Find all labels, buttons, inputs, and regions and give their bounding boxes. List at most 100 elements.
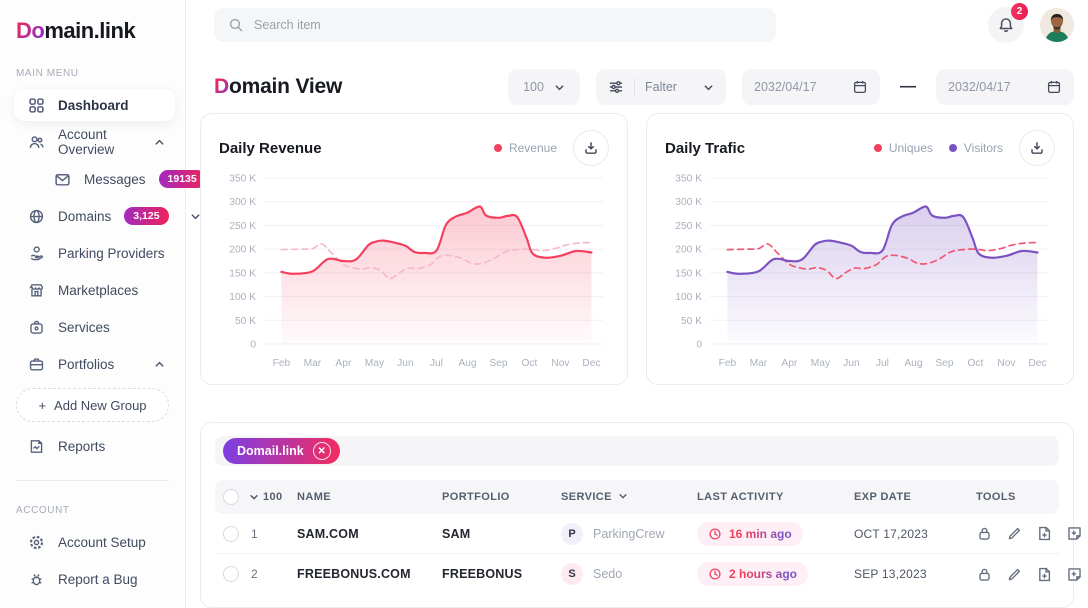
calendar-icon — [852, 79, 868, 95]
service-name: Sedo — [593, 567, 622, 581]
sidebar-item-domains[interactable]: Domains 3,125 — [14, 200, 175, 232]
bell-icon — [997, 16, 1015, 34]
svg-text:200 K: 200 K — [675, 245, 702, 256]
legend-dot — [949, 144, 957, 152]
svg-text:Jun: Jun — [843, 358, 860, 369]
filter-dropdown[interactable]: Falter — [596, 69, 726, 105]
close-icon[interactable]: ✕ — [313, 442, 331, 460]
portfolio-name: FREEBONUS — [442, 567, 561, 581]
brand-logo[interactable]: Domain.link — [0, 14, 185, 44]
briefcase-icon — [28, 356, 45, 373]
chart-title: Daily Trafic — [665, 140, 745, 157]
row-checkbox[interactable] — [223, 526, 239, 542]
lock-icon[interactable] — [976, 566, 993, 583]
search-icon — [228, 17, 244, 33]
sidebar-item-report-a-bug[interactable]: Report a Bug — [14, 563, 175, 595]
legend-item: Visitors — [949, 141, 1003, 155]
sidebar-item-label: Reports — [58, 439, 105, 454]
svg-text:Jul: Jul — [430, 358, 443, 369]
chart-header: Daily Trafic Uniques Visitors — [665, 128, 1055, 168]
add-new-group-button[interactable]: + Add New Group — [16, 388, 169, 422]
table-header-count[interactable]: 100 — [249, 491, 297, 503]
table-header-service[interactable]: SERVICE — [561, 491, 697, 504]
report-icon — [28, 438, 45, 455]
note-plus-icon[interactable] — [1066, 525, 1083, 542]
sidebar-item-account-setup[interactable]: Account Setup — [14, 526, 175, 558]
file-plus-icon[interactable] — [1036, 566, 1053, 583]
svg-text:0: 0 — [696, 339, 702, 350]
table-header-tools: TOOLS — [976, 491, 1059, 503]
chart-legend: Uniques Visitors — [874, 141, 1003, 155]
page-head: Domain View 100 Falter 2032/04/17 — [186, 49, 1088, 105]
daily-trafic-chart: 350 K300 K250 K200 K150 K100 K50 K0FebMa… — [665, 168, 1055, 374]
daily-revenue-chart: 350 K300 K250 K200 K150 K100 K50 K0FebMa… — [219, 168, 609, 374]
mail-icon — [54, 171, 71, 188]
sidebar: Domain.link MAIN MENU Dashboard Account … — [0, 0, 186, 608]
user-avatar[interactable] — [1040, 8, 1074, 42]
sidebar-item-marketplaces[interactable]: Marketplaces — [14, 274, 175, 306]
svg-text:Feb: Feb — [719, 358, 737, 369]
date-to-picker[interactable]: 2032/04/17 — [936, 69, 1074, 105]
plus-icon: + — [38, 398, 46, 413]
sidebar-item-dashboard[interactable]: Dashboard — [14, 89, 175, 121]
svg-text:300 K: 300 K — [229, 197, 256, 208]
legend-label: Uniques — [889, 141, 933, 155]
sidebar-item-reports[interactable]: Reports — [14, 430, 175, 462]
hand-coin-icon — [28, 245, 45, 262]
table-header-row: 100 NAME PORTFOLIO SERVICE LAST ACTIVITY… — [215, 480, 1059, 514]
download-button[interactable] — [573, 130, 609, 166]
sidebar-item-label: Messages — [84, 172, 146, 187]
edit-pencil-icon[interactable] — [1006, 525, 1023, 542]
globe-icon — [28, 208, 45, 225]
main-menu-label: MAIN MENU — [0, 68, 185, 79]
chevron-up-icon[interactable] — [154, 359, 165, 370]
sidebar-item-services[interactable]: Services — [14, 311, 175, 343]
main-content: 2 Domain View 100 Falter — [186, 0, 1088, 608]
svg-text:Oct: Oct — [967, 358, 983, 369]
service-initial-badge: P — [561, 523, 583, 545]
sidebar-item-label: Report a Bug — [58, 572, 138, 587]
svg-text:May: May — [365, 358, 385, 369]
select-all-checkbox[interactable] — [223, 489, 239, 505]
grid-icon — [28, 97, 45, 114]
sidebar-item-label: Domains — [58, 209, 111, 224]
legend-item: Revenue — [494, 141, 557, 155]
legend-dot — [494, 144, 502, 152]
download-button[interactable] — [1019, 130, 1055, 166]
sidebar-item-parking-providers[interactable]: Parking Providers — [14, 237, 175, 269]
filter-tag-chip[interactable]: Domail.link ✕ — [223, 438, 340, 464]
row-checkbox[interactable] — [223, 566, 239, 582]
notification-count-badge: 2 — [1011, 3, 1028, 20]
svg-text:300 K: 300 K — [675, 197, 702, 208]
service-cell: P ParkingCrew — [561, 523, 697, 545]
sidebar-item-portfolios[interactable]: Portfolios — [14, 348, 175, 380]
chart-header: Daily Revenue Revenue — [219, 128, 609, 168]
svg-text:100 K: 100 K — [675, 292, 702, 303]
download-icon — [583, 140, 599, 156]
svg-text:Jun: Jun — [397, 358, 414, 369]
chevron-down-icon — [618, 491, 628, 504]
chevron-up-icon[interactable] — [154, 137, 165, 148]
filter-tag-bar: Domail.link ✕ — [215, 436, 1059, 466]
svg-text:250 K: 250 K — [229, 221, 256, 232]
search-input[interactable] — [254, 18, 762, 32]
row-number: 1 — [249, 527, 297, 541]
svg-text:Mar: Mar — [304, 358, 322, 369]
page-size-select[interactable]: 100 — [508, 69, 580, 105]
edit-pencil-icon[interactable] — [1006, 566, 1023, 583]
page-size-value: 100 — [523, 80, 544, 94]
notifications-button[interactable]: 2 — [988, 7, 1024, 43]
date-from-picker[interactable]: 2032/04/17 — [742, 69, 880, 105]
note-plus-icon[interactable] — [1066, 566, 1083, 583]
svg-text:Mar: Mar — [750, 358, 768, 369]
service-cell: S Sedo — [561, 563, 697, 585]
brand-logo-accent: Do — [16, 18, 44, 43]
gear-icon — [28, 534, 45, 551]
file-plus-icon[interactable] — [1036, 525, 1053, 542]
sidebar-item-account-overview[interactable]: Account Overview — [14, 126, 175, 158]
sidebar-item-messages[interactable]: Messages 19135 — [40, 163, 175, 195]
sidebar-item-label: Account Setup — [58, 535, 146, 550]
lock-icon[interactable] — [976, 525, 993, 542]
search-bar[interactable] — [214, 8, 776, 42]
activity-text: 16 min ago — [729, 527, 792, 541]
